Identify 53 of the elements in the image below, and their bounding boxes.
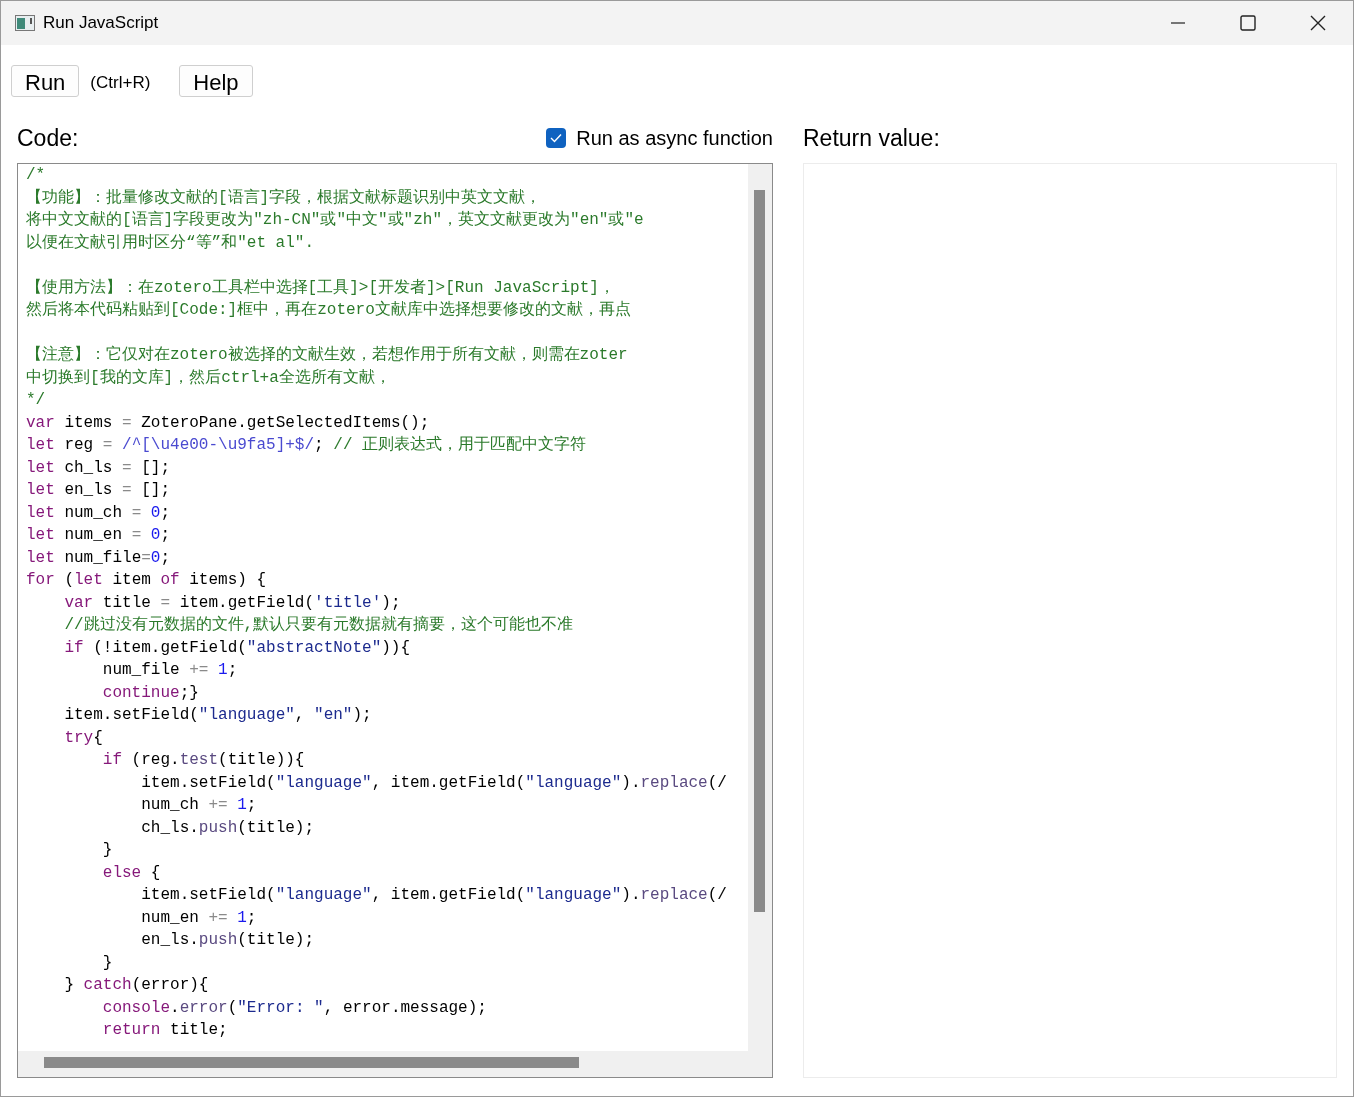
maximize-icon: [1240, 15, 1256, 31]
code-editor[interactable]: [17, 163, 773, 1078]
code-line: let en_ls = [];: [26, 480, 171, 501]
code-line: num_ch += 1;: [140, 795, 257, 816]
code-line: item.setField("language", item.getField("language").replace(/: [140, 885, 727, 906]
code-label: Code:: [17, 123, 79, 153]
code-line: num_en += 1;: [140, 907, 257, 929]
code-line: 【注意】：它仅对在zotero被选择的文献生效，若想作用于所有文献，则需在zoter: [26, 344, 628, 366]
code-line: let reg = /^[\u4e00-\u9fa5]+$/; // 正则表达式，用于匹配中文字符: [26, 434, 587, 456]
code-line: */: [26, 390, 46, 411]
code-line: if (!item.getField("abstractNote")){: [63, 637, 411, 659]
window-title: Run JavaScript: [43, 12, 159, 35]
help-button[interactable]: Help: [179, 65, 253, 97]
code-line: return title;: [101, 1020, 228, 1041]
code-line: 然后将本代码粘贴到[Code:]框中，再在zotero文献库中选择想要修改的文献，再点: [26, 299, 631, 321]
code-line: /*: [26, 165, 46, 186]
code-line: } catch(error){: [63, 975, 209, 996]
code-line: try{: [63, 727, 103, 749]
code-line: let num_file=0;: [26, 547, 171, 569]
code-line: 【使用方法】：在zotero工具栏中选择[工具]>[开发者]>[Run JavaScript]，: [26, 277, 615, 299]
code-line: var title = item.getField('title');: [63, 592, 401, 614]
code-line: continue;}: [101, 682, 199, 704]
shortcut-hint: (Ctrl+R): [90, 71, 151, 94]
code-line: item.setField("language", item.getField("language").replace(/: [140, 772, 727, 794]
code-line: }: [101, 952, 113, 974]
minimize-icon: [1171, 22, 1185, 24]
code-line: 【功能】：批量修改文献的[语言]字段，根据文献标题识别中英文文献，: [26, 187, 542, 209]
async-checkbox[interactable]: [546, 128, 567, 148]
vertical-scrollbar[interactable]: [754, 190, 765, 912]
code-line: 中切换到[我的文库]，然后ctrl+a全选所有文献，: [26, 367, 391, 389]
code-line: num_file += 1;: [101, 660, 238, 681]
code-line: let num_en = 0;: [26, 525, 171, 546]
code-line: ch_ls.push(title);: [140, 817, 315, 839]
code-line: item.setField("language", "en");: [63, 705, 372, 726]
close-icon: [1310, 15, 1326, 31]
code-line: for (let item of items) {: [26, 570, 267, 591]
code-line: let ch_ls = [];: [26, 457, 171, 479]
checkmark-icon: [550, 133, 563, 143]
async-option-label: Run as async function: [576, 126, 773, 151]
horizontal-scrollbar[interactable]: [44, 1057, 579, 1068]
code-line: console.error("Error: ", error.message);: [101, 997, 487, 1019]
code-line: if (reg.test(title)){: [101, 750, 305, 771]
code-line: let num_ch = 0;: [26, 502, 171, 524]
code-line: var items = ZoteroPane.getSelectedItems();: [26, 412, 430, 434]
code-line: }: [101, 840, 113, 861]
app-icon: [15, 15, 35, 31]
code-line: //跳过没有元数据的文件,默认只要有元数据就有摘要，这个可能也不准: [63, 614, 574, 636]
code-line: en_ls.push(title);: [140, 930, 315, 951]
run-button[interactable]: Run: [11, 65, 80, 97]
code-line: else {: [101, 862, 161, 884]
code-line: 将中文文献的[语言]字段更改为"zh-CN"或"中文"或"zh"，英文文献更改为"en"或"e: [26, 209, 644, 231]
code-line: 以便在文献引用时区分“等”和"et al".: [26, 232, 314, 254]
return-value-label: Return value:: [803, 123, 940, 153]
